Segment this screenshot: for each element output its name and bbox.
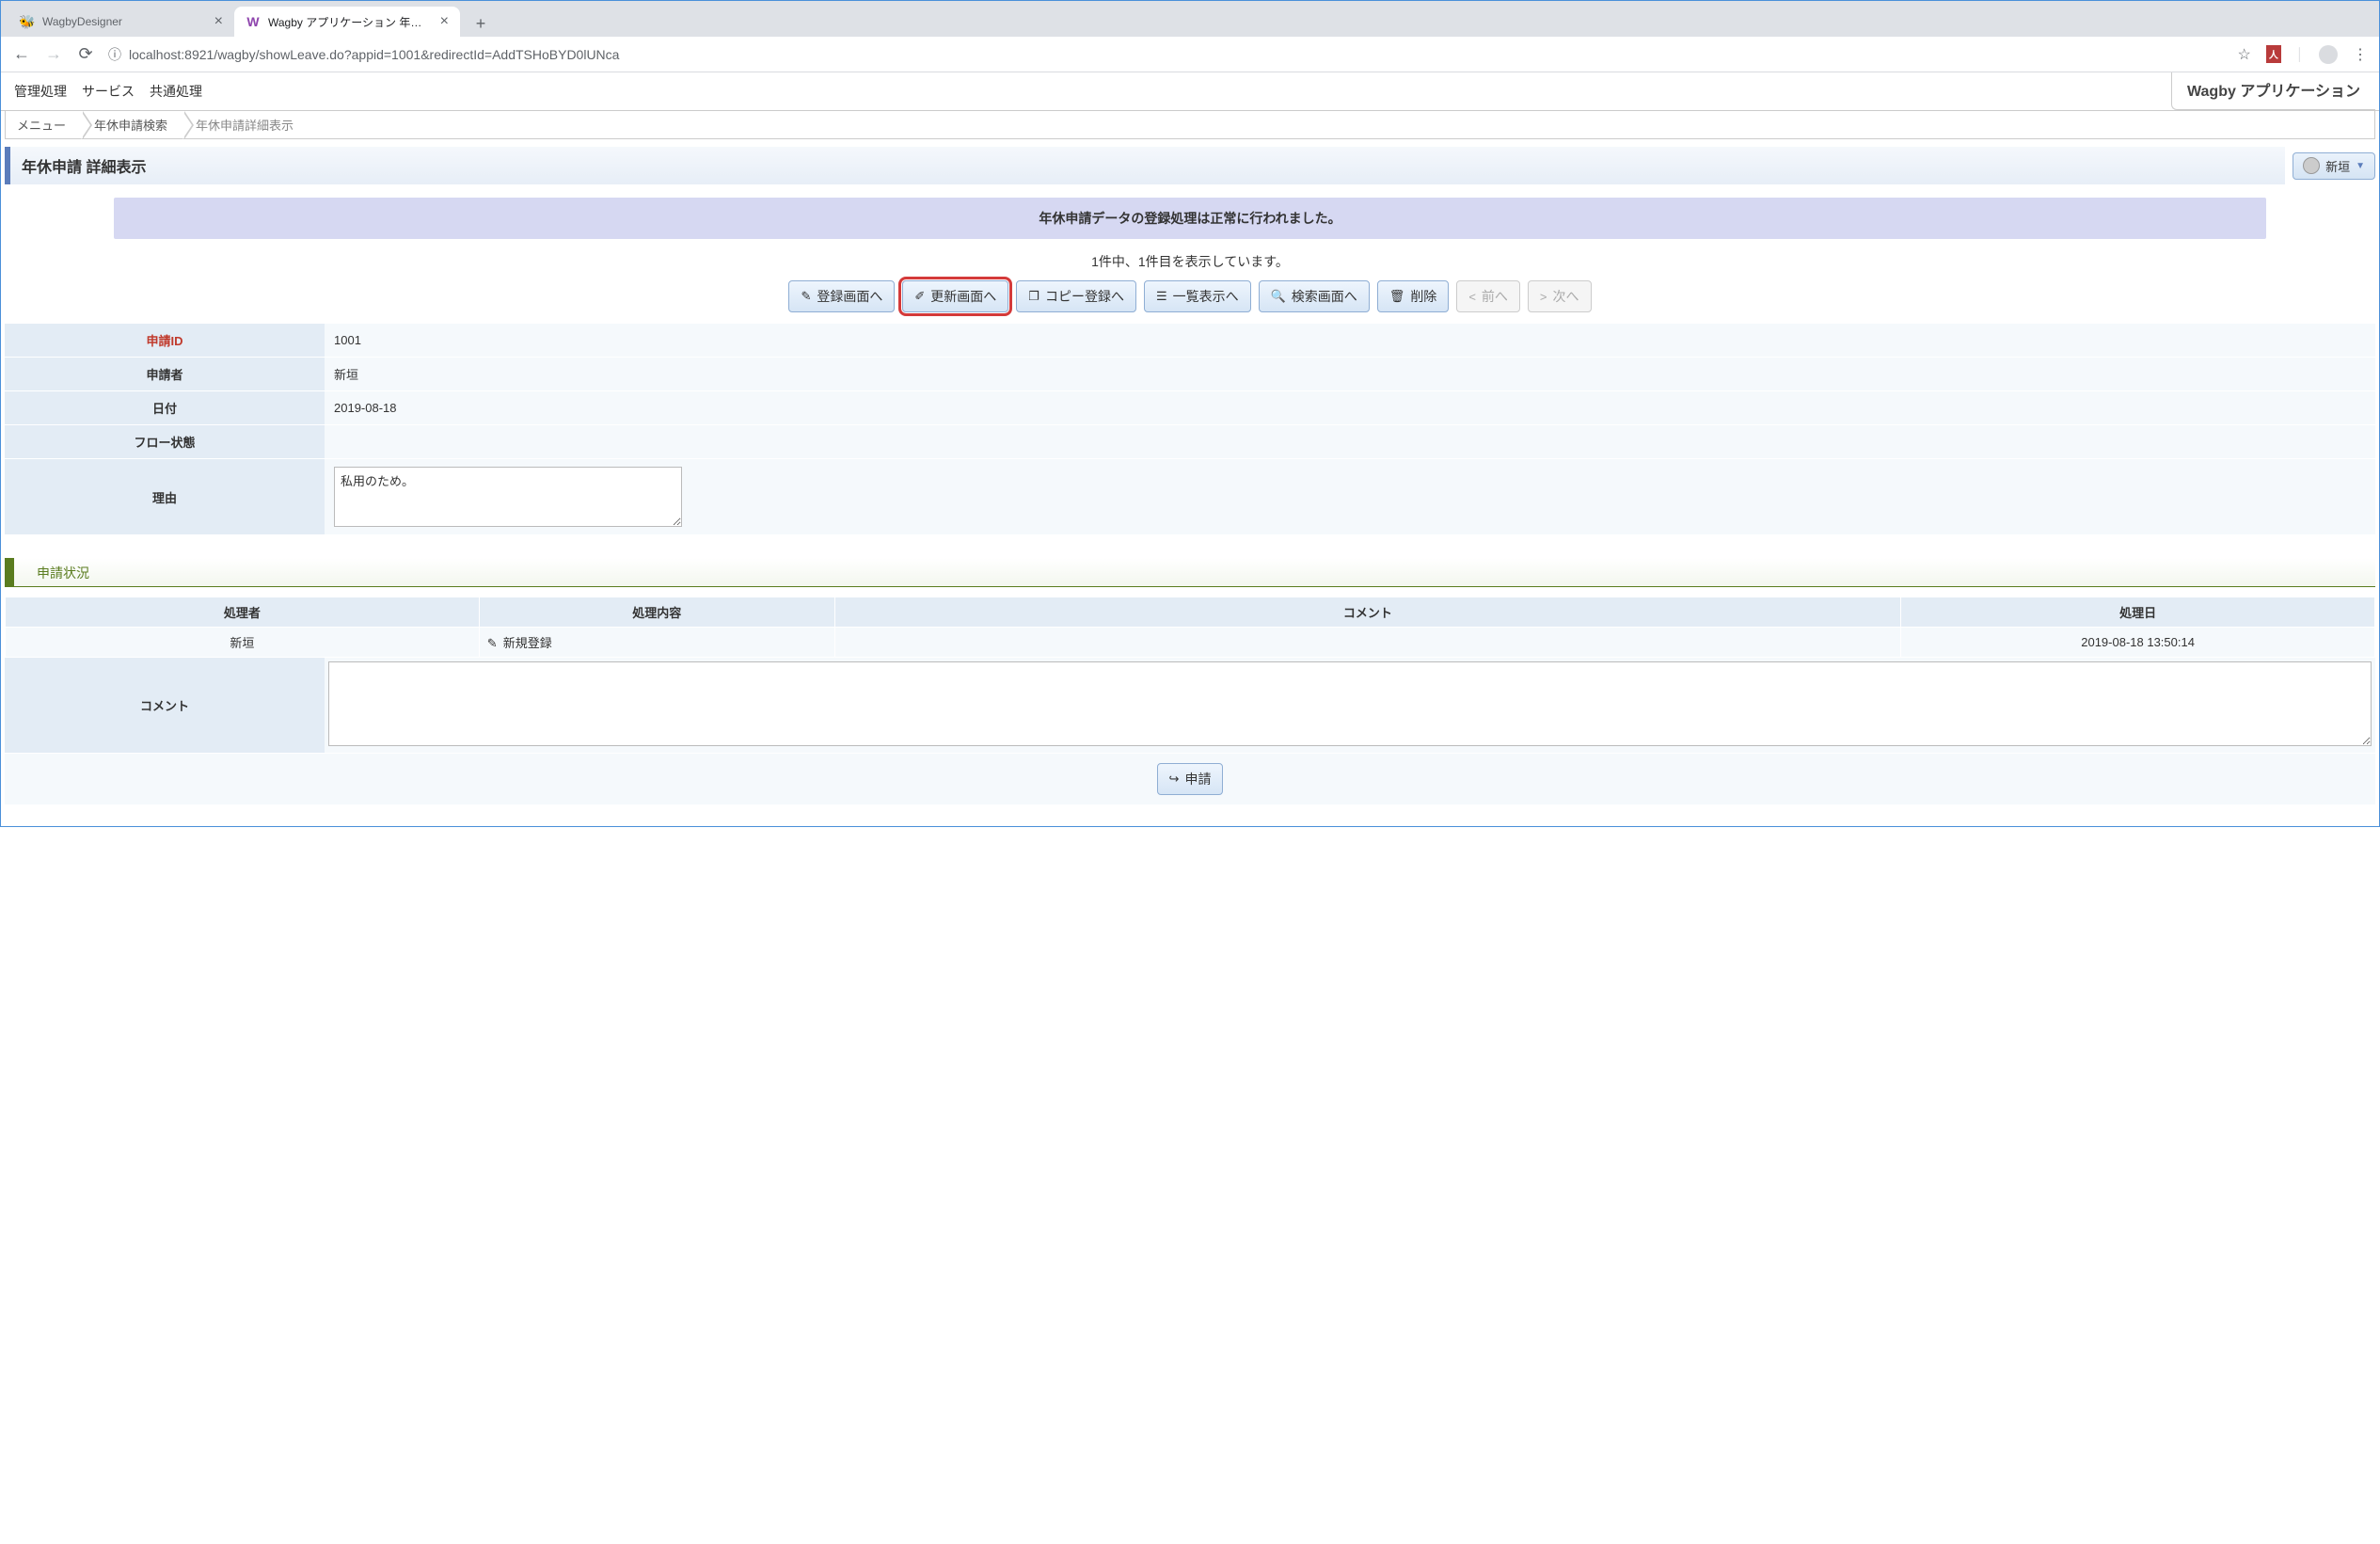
label-reason: 理由 [5,459,325,535]
section-status-header: 申請状況 [5,558,2375,587]
page-title: 年休申請 詳細表示 [5,147,2285,184]
submit-button[interactable]: ↪ 申請 [1157,763,1224,795]
copy-register-button[interactable]: ❐ コピー登録へ [1016,280,1136,312]
table-row: 新垣 ✎ 新規登録 2019-08-18 13:50:14 [6,628,2375,658]
cell-action-text: 新規登録 [503,636,552,650]
record-info: 1件中、1件目を表示しています。 [1,248,2379,280]
breadcrumb: メニュー 年休申請検索 年休申請詳細表示 [5,111,2375,139]
browser-tab-strip: 🐝 WagbyDesigner × W Wagby アプリケーション 年休申請詳… [1,1,2379,37]
btn-label: 検索画面へ [1292,287,1357,306]
breadcrumb-menu[interactable]: メニュー [6,111,83,138]
pdf-extension-icon[interactable]: 人 [2266,45,2281,63]
status-table: 処理者 処理内容 コメント 処理日 新垣 ✎ 新規登録 2019-08-18 13… [5,597,2375,658]
col-action: 処理内容 [479,597,834,628]
list-button[interactable]: ☰ 一覧表示へ [1144,280,1251,312]
list-icon: ☰ [1156,289,1167,304]
chevron-left-icon: < [1468,290,1476,304]
prev-button[interactable]: < 前へ [1456,280,1520,312]
btn-label: コピー登録へ [1045,287,1124,306]
browser-tab-wagbydesigner[interactable]: 🐝 WagbyDesigner × [8,7,234,37]
browser-tab-wagby-app[interactable]: W Wagby アプリケーション 年休申請詳 × [234,7,460,37]
reason-textbox: 私用のため。 [334,467,682,527]
cell-comment [834,628,1901,658]
bookmark-star-icon[interactable]: ☆ [2238,45,2251,64]
btn-label: 次へ [1553,287,1579,306]
detail-table: 申請ID 1001 申請者 新垣 日付 2019-08-18 フロー状態 理由 … [5,324,2375,535]
app-menubar: 管理処理 サービス 共通処理 [1,72,215,110]
chevron-right-icon: > [1540,290,1547,304]
btn-label: 削除 [1410,287,1436,306]
col-date: 処理日 [1901,597,2375,628]
browser-address-bar: ← → ⟳ ⓘ localhost:8921/wagby/showLeave.d… [1,37,2379,72]
action-bar: ✎登録画面へ ✐更新画面へ ❐コピー登録へ ☰一覧表示へ 🔍検索画面へ 🗑削除 … [1,280,2379,324]
value-flow [325,425,2375,459]
cell-user: 新垣 [6,628,480,658]
app-title: Wagby アプリケーション [2171,72,2375,110]
value-id: 1001 [325,324,2375,358]
cell-action: ✎ 新規登録 [479,628,834,658]
label-date: 日付 [5,391,325,425]
breadcrumb-detail: 年休申請詳細表示 [184,111,310,138]
value-reason-cell: 私用のため。 [325,459,2375,535]
url-text: localhost:8921/wagby/showLeave.do?appid=… [129,47,619,62]
tab-title: WagbyDesigner [42,15,207,28]
site-info-icon[interactable]: ⓘ [108,45,121,64]
btn-label: 更新画面へ [930,287,996,306]
search-icon: 🔍 [1271,289,1286,304]
tab-favicon-icon: W [246,14,261,29]
search-button[interactable]: 🔍 検索画面へ [1259,280,1370,312]
label-applicant: 申請者 [5,358,325,391]
browser-menu-icon[interactable]: ⋮ [2353,45,2368,64]
menubar-item-common[interactable]: 共通処理 [142,78,210,104]
btn-label: 申請 [1184,770,1211,788]
pencil-icon: ✎ [487,636,498,650]
update-button[interactable]: ✐ 更新画面へ [902,280,1008,312]
cell-date: 2019-08-18 13:50:14 [1901,628,2375,658]
col-comment: コメント [834,597,1901,628]
url-host: localhost [129,47,181,62]
btn-label: 登録画面へ [817,287,882,306]
btn-label: 前へ [1482,287,1508,306]
pencil-icon: ✎ [801,289,811,304]
btn-label: 一覧表示へ [1173,287,1239,306]
register-button[interactable]: ✎ 登録画面へ [788,280,895,312]
menubar-item-admin[interactable]: 管理処理 [7,78,74,104]
menubar-item-service[interactable]: サービス [74,78,142,104]
delete-button[interactable]: 🗑 削除 [1377,280,1450,312]
value-applicant: 新垣 [325,358,2375,391]
label-id: 申請ID [5,324,325,358]
edit-icon: ✐ [914,289,925,304]
separator: │ [2296,47,2304,61]
col-user: 処理者 [6,597,480,628]
user-name: 新垣 [2325,157,2350,175]
share-icon: ↪ [1169,772,1180,787]
url-path: :8921/wagby/showLeave.do?appid=1001&redi… [181,47,619,62]
success-message: 年休申請データの登録処理は正常に行われました。 [114,198,2266,239]
next-button[interactable]: > 次へ [1528,280,1592,312]
nav-forward-button[interactable]: → [44,44,63,64]
trash-icon: 🗑 [1389,289,1405,304]
nav-back-button[interactable]: ← [12,44,31,64]
tab-favicon-icon: 🐝 [20,14,35,29]
caret-down-icon: ▼ [2356,161,2365,171]
tab-title: Wagby アプリケーション 年休申請詳 [268,14,433,30]
comment-label: コメント [5,658,325,753]
comment-row: コメント [5,658,2375,753]
user-avatar-icon [2303,157,2320,174]
tab-close-icon[interactable]: × [440,13,449,30]
copy-icon: ❐ [1028,289,1039,304]
nav-reload-button[interactable]: ⟳ [76,44,95,64]
new-tab-button[interactable]: + [468,10,494,37]
user-menu[interactable]: 新垣 ▼ [2293,152,2375,180]
comment-textarea[interactable] [328,661,2372,746]
profile-avatar-icon[interactable] [2319,45,2338,64]
breadcrumb-search[interactable]: 年休申請検索 [83,111,184,138]
tab-close-icon[interactable]: × [214,13,223,30]
label-flow: フロー状態 [5,425,325,459]
value-date: 2019-08-18 [325,391,2375,425]
url-box[interactable]: ⓘ localhost:8921/wagby/showLeave.do?appi… [108,45,2225,64]
